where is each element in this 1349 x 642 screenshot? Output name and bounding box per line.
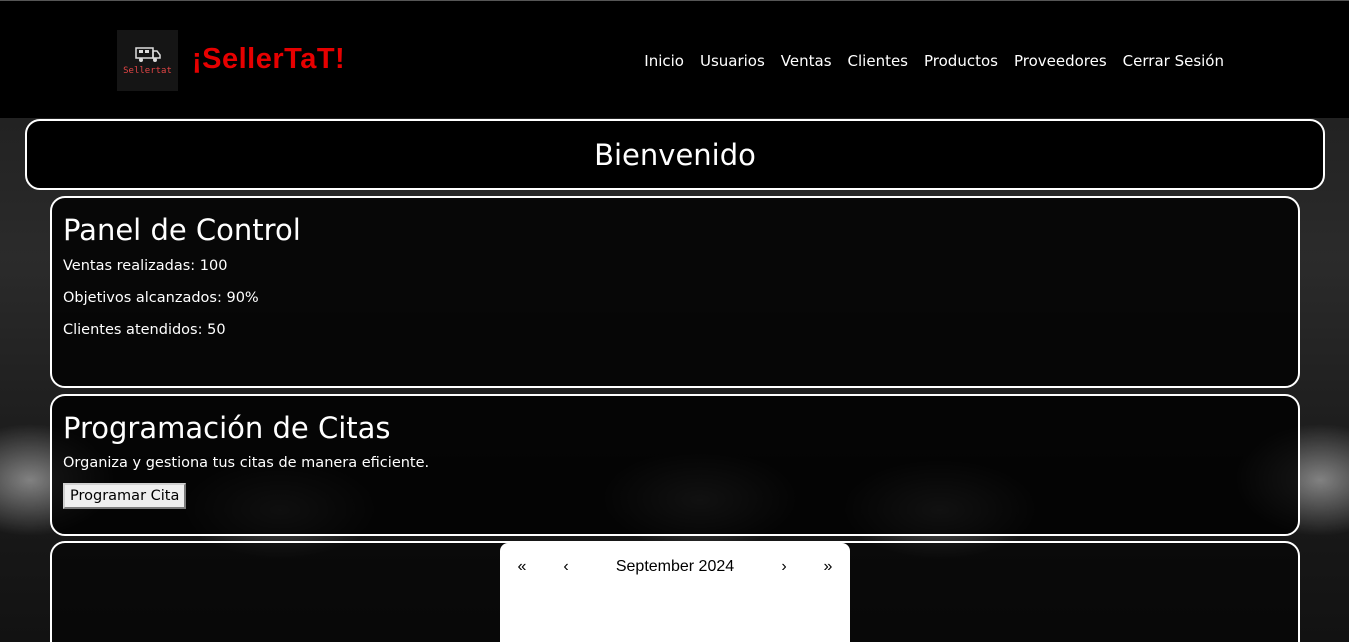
nav-productos[interactable]: Productos (924, 52, 998, 70)
control-panel-title: Panel de Control (63, 213, 301, 247)
logo-text: Sellertat (123, 66, 172, 76)
stat-ventas: Ventas realizadas: 100 (63, 258, 228, 274)
control-panel: Panel de Control Ventas realizadas: 100 … (50, 196, 1300, 388)
nav-cerrar-sesion[interactable]: Cerrar Sesión (1123, 52, 1224, 70)
prev-month-button[interactable]: ‹ (544, 558, 588, 576)
nav-proveedores[interactable]: Proveedores (1014, 52, 1107, 70)
nav-usuarios[interactable]: Usuarios (700, 52, 765, 70)
calendar-month-label[interactable]: September 2024 (588, 558, 762, 576)
next-month-button[interactable]: › (762, 558, 806, 576)
schedule-appointment-button[interactable]: Programar Cita (63, 483, 187, 509)
appointments-panel: Programación de Citas Organiza y gestion… (50, 394, 1300, 536)
nav-clientes[interactable]: Clientes (848, 52, 908, 70)
prev-year-button[interactable]: « (500, 558, 544, 576)
top-navbar: Sellertat ¡SellerTaT! Inicio Usuarios Ve… (0, 0, 1349, 118)
appointments-title: Programación de Citas (63, 411, 391, 445)
nav-ventas[interactable]: Ventas (781, 52, 832, 70)
food-truck-icon (134, 47, 161, 62)
main-nav: Inicio Usuarios Ventas Clientes Producto… (644, 52, 1224, 70)
appointments-description: Organiza y gestiona tus citas de manera … (63, 455, 430, 471)
brand-title: ¡SellerTaT! (192, 43, 346, 75)
welcome-title: Bienvenido (594, 137, 756, 172)
next-year-button[interactable]: » (806, 558, 850, 576)
stat-clientes: Clientes atendidos: 50 (63, 322, 226, 338)
welcome-banner: Bienvenido (25, 119, 1325, 190)
calendar-navigation: « ‹ September 2024 › » (500, 543, 850, 591)
stat-objetivos: Objetivos alcanzados: 90% (63, 290, 259, 306)
logo[interactable]: Sellertat (117, 30, 178, 91)
calendar-widget: « ‹ September 2024 › » (500, 543, 850, 642)
nav-inicio[interactable]: Inicio (644, 52, 684, 70)
